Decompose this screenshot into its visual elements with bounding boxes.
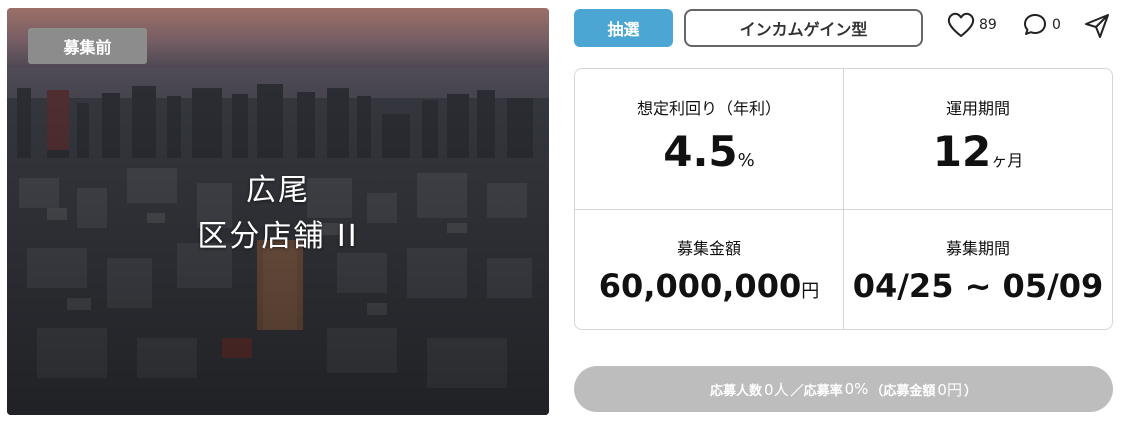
application-amount-label: （応募金額 [870,383,936,399]
fund-info-grid: 想定利回り（年利） 4.5% 運用期間 12ヶ月 募集金額 60,000,000… [574,68,1113,330]
expected-yield-unit: % [737,150,755,171]
property-title[interactable]: 広尾 区分店舗 II [7,168,549,260]
operation-period-cell: 運用期間 12ヶ月 [844,95,1112,176]
comment-count: 0 [1052,17,1061,33]
recruitment-period-label: 募集期間 [945,239,1010,258]
application-rate-label: 応募率 [803,383,843,399]
status-separator: ／ [790,383,804,399]
application-rate-value: 0% [844,380,869,398]
recruitment-amount-label: 募集金額 [676,239,741,258]
application-status-bar: 応募人数 0人 ／ 応募率 0% （応募金額 0円 ） [574,366,1113,412]
heart-icon [947,12,975,37]
paper-plane-icon [1085,14,1109,38]
grid-divider-horizontal [575,209,1112,210]
recruitment-period-value: 04/25 ~ 05/09 [852,267,1104,305]
expected-yield-cell: 想定利回り（年利） 4.5% [575,95,843,176]
property-title-line1: 広尾 [246,173,310,208]
like-count: 89 [979,17,997,33]
property-title-line2: 区分店舗 II [197,219,359,254]
expected-yield-label: 想定利回り（年利） [636,99,781,118]
share-button[interactable] [1083,12,1111,40]
recruitment-period-cell: 募集期間 04/25 ~ 05/09 [844,235,1112,305]
income-type-tag: インカムゲイン型 [684,9,923,47]
recruitment-amount-cell: 募集金額 60,000,000円 [575,235,843,305]
expected-yield-value: 4.5% [663,127,755,176]
comment-button[interactable]: 0 [1022,12,1061,38]
applicants-value: 0人 [764,380,789,399]
operation-period-value: 12ヶ月 [932,127,1024,176]
operation-period-label: 運用期間 [945,99,1010,118]
application-amount-close: ） [963,383,977,399]
lottery-tag: 抽選 [574,9,673,47]
like-button[interactable]: 89 [947,12,997,38]
operation-period-unit: ヶ月 [991,151,1024,170]
applicants-label: 応募人数 [710,383,763,399]
recruitment-amount-value: 60,000,000円 [598,267,820,305]
speech-bubble-icon [1024,14,1046,35]
property-hero-image[interactable]: 募集前 広尾 区分店舗 II [7,8,549,415]
recruitment-amount-unit: 円 [801,281,820,302]
recruitment-status-badge: 募集前 [28,28,147,64]
application-amount-value: 0円 [937,380,962,399]
